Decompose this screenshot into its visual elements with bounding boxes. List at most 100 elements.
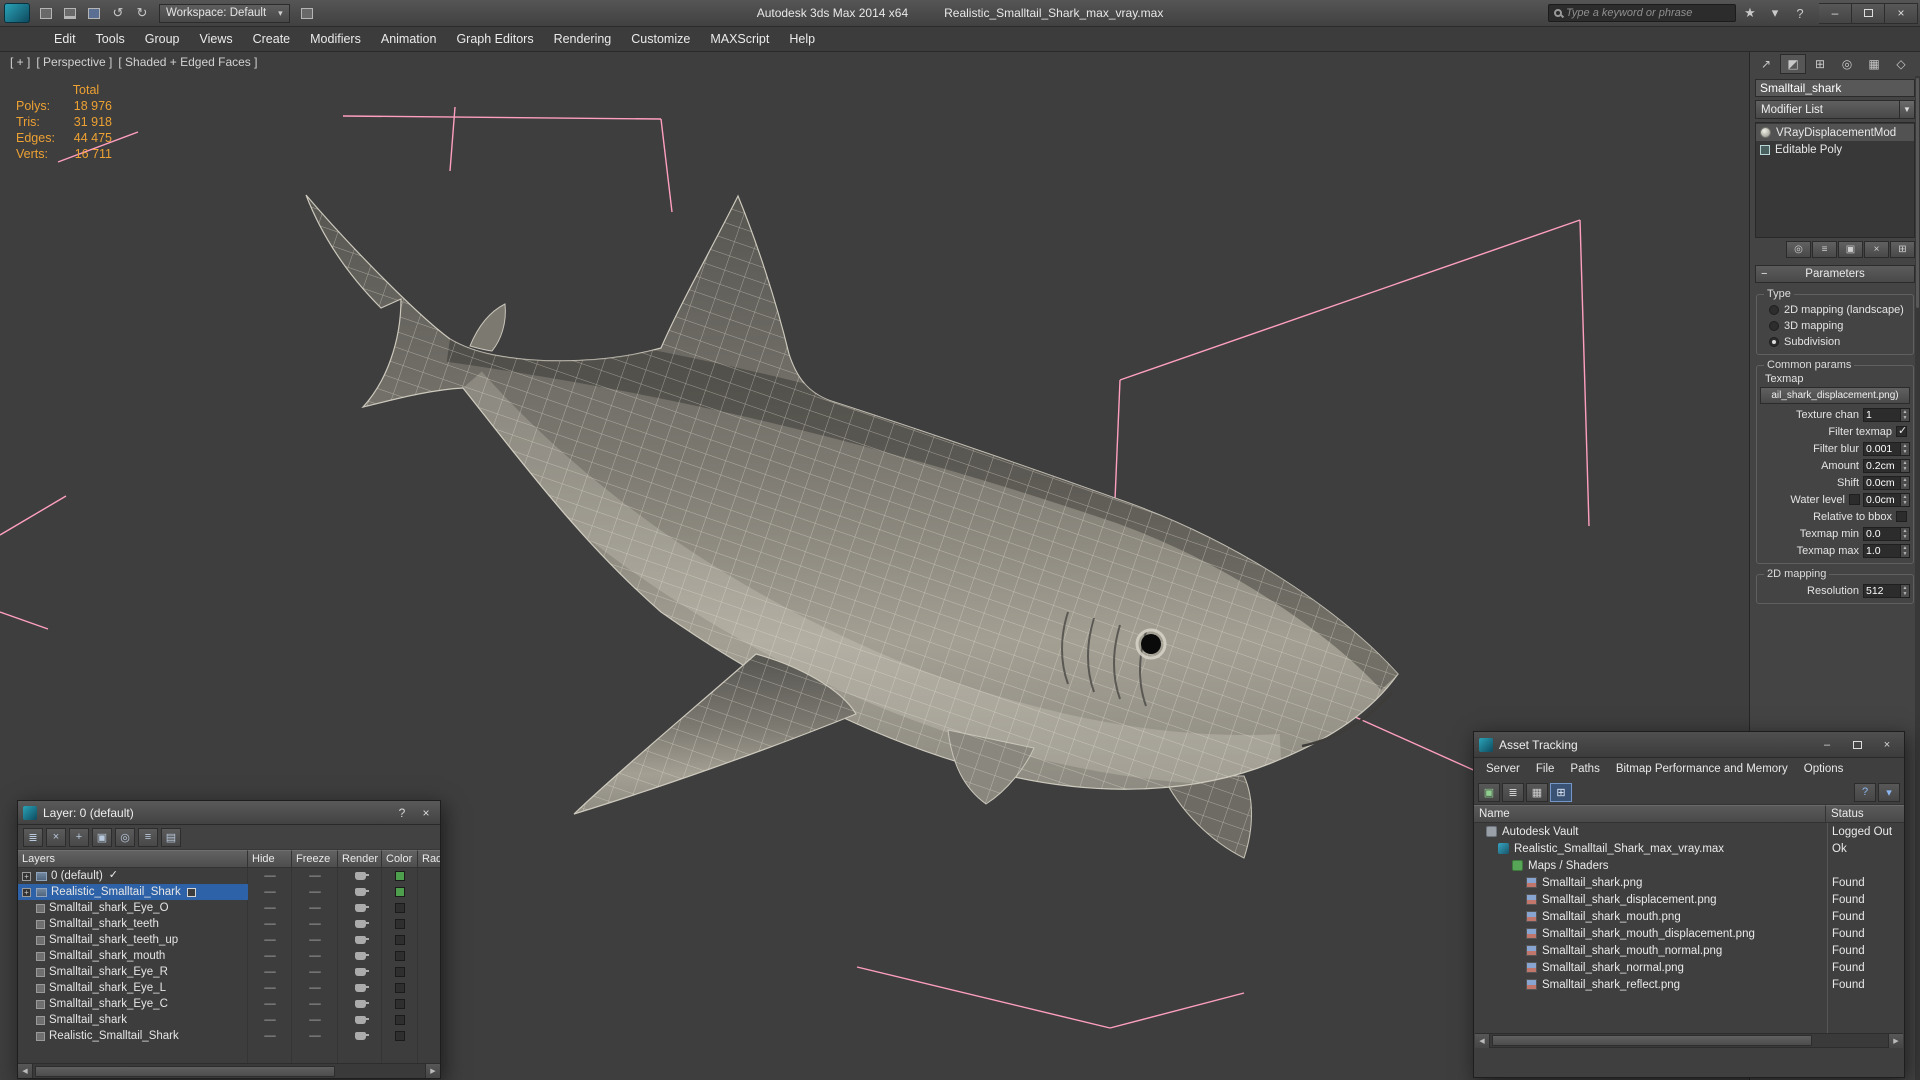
layer-row[interactable]: + Smalltail_shark_Eye_O — —	[18, 900, 440, 916]
checkbox[interactable]	[1896, 424, 1907, 437]
dialog-close-button[interactable]: ×	[417, 804, 435, 822]
close-button[interactable]: ×	[1885, 2, 1918, 24]
asset-dialog-titlebar[interactable]: Asset Tracking – ×	[1474, 732, 1904, 758]
asset-menu-item[interactable]: File	[1528, 763, 1563, 775]
spinner-field[interactable]: 0.001 ▲ ▼	[1863, 441, 1910, 456]
current-layer-mark[interactable]	[174, 967, 185, 977]
freeze-toggle[interactable]: —	[292, 868, 338, 884]
spinner-arrows-icon[interactable]: ▲ ▼	[1900, 459, 1909, 472]
asset-name-cell[interactable]: Smalltail_shark_mouth.png	[1474, 908, 1826, 925]
asset-row[interactable]: Smalltail_shark_normal.png Found	[1474, 959, 1904, 976]
hide-toggle[interactable]: —	[248, 980, 292, 996]
layer-name-cell[interactable]: + Smalltail_shark_Eye_L	[18, 980, 248, 996]
create-tab-icon[interactable]: ↗	[1753, 54, 1779, 74]
layer-color-cell[interactable]	[382, 868, 418, 884]
spinner-arrows-icon[interactable]: ▲ ▼	[1900, 527, 1909, 540]
viewport-label-part[interactable]: [ Perspective ]	[36, 55, 112, 69]
spinner-field[interactable]: 0.0 ▲ ▼	[1863, 526, 1910, 541]
spinner-arrows-icon[interactable]: ▲ ▼	[1900, 442, 1909, 455]
viewport-label-part[interactable]: [ + ]	[10, 55, 30, 69]
color-swatch[interactable]	[395, 983, 405, 993]
name-column-header[interactable]: Name	[1474, 805, 1826, 823]
render-toggle[interactable]	[338, 1012, 382, 1028]
object-name-field[interactable]	[1755, 79, 1915, 97]
modify-tab-icon[interactable]: ◩	[1780, 54, 1806, 74]
freeze-toggle[interactable]: —	[292, 916, 338, 932]
current-layer-mark[interactable]	[184, 935, 195, 945]
type-radio-option[interactable]: 3D mapping	[1760, 318, 1910, 334]
freeze-toggle[interactable]: —	[292, 932, 338, 948]
color-swatch[interactable]	[395, 967, 405, 977]
menu-item[interactable]: Rendering	[544, 27, 622, 52]
spinner-field[interactable]: 0.2cm ▲ ▼	[1863, 458, 1910, 473]
layer-row[interactable]: + Smalltail_shark_Eye_C — —	[18, 996, 440, 1012]
menu-item[interactable]: Help	[779, 27, 825, 52]
freeze-toggle[interactable]: —	[292, 1012, 338, 1028]
pin-stack-icon[interactable]: ◎	[1786, 241, 1811, 258]
layer-row[interactable]: + Smalltail_shark_teeth — —	[18, 916, 440, 932]
freeze-toggle[interactable]: —	[292, 964, 338, 980]
select-highlighted-layer-icon[interactable]: ▣	[92, 827, 112, 847]
spinner-field[interactable]: 1.0 ▲ ▼	[1863, 543, 1910, 558]
infocenter-search-box[interactable]	[1548, 4, 1736, 22]
refresh-status-icon[interactable]: ▣	[1478, 782, 1500, 802]
hierarchy-tab-icon[interactable]: ⊞	[1807, 54, 1833, 74]
scroll-right-icon[interactable]: ▶	[1888, 1033, 1903, 1048]
workspace-options-button[interactable]	[296, 3, 318, 24]
hide-toggle[interactable]: —	[248, 932, 292, 948]
freeze-toggle[interactable]: —	[292, 948, 338, 964]
hide-toggle[interactable]: —	[248, 916, 292, 932]
scroll-left-icon[interactable]: ◀	[18, 1064, 33, 1078]
hide-toggle[interactable]: —	[248, 964, 292, 980]
layer-color-cell[interactable]	[382, 916, 418, 932]
layer-color-cell[interactable]	[382, 964, 418, 980]
hide-toggle[interactable]: —	[248, 1028, 292, 1044]
asset-name-cell[interactable]: Smalltail_shark_mouth_normal.png	[1474, 942, 1826, 959]
texmap-button[interactable]: ail_shark_displacement.png)	[1760, 387, 1910, 404]
menu-item[interactable]: Tools	[86, 27, 135, 52]
scroll-left-icon[interactable]: ◀	[1475, 1033, 1490, 1048]
layer-name-cell[interactable]: + Smalltail_shark_Eye_O	[18, 900, 248, 916]
render-toggle[interactable]	[338, 884, 382, 900]
layer-row[interactable]: + Smalltail_shark — —	[18, 1012, 440, 1028]
current-layer-mark[interactable]	[186, 887, 196, 897]
color-swatch[interactable]	[395, 919, 405, 929]
add-selection-to-layer-icon[interactable]: +	[69, 827, 89, 847]
asset-name-cell[interactable]: Smalltail_shark_normal.png	[1474, 959, 1826, 976]
spinner-arrows-icon[interactable]: ▲ ▼	[1900, 584, 1909, 597]
freeze-all-layers-icon[interactable]: ▤	[161, 827, 181, 847]
dialog-close-button[interactable]: ×	[1875, 736, 1899, 754]
utilities-tab-icon[interactable]: ◇	[1888, 54, 1914, 74]
show-end-result-icon[interactable]: ≡	[1812, 241, 1837, 258]
render-toggle[interactable]	[338, 900, 382, 916]
layer-color-cell[interactable]	[382, 1012, 418, 1028]
save-file-button[interactable]	[83, 3, 105, 24]
asset-row[interactable]: Smalltail_shark_mouth_displacement.png F…	[1474, 925, 1904, 942]
render-toggle[interactable]	[338, 996, 382, 1012]
dialog-maximize-button[interactable]	[1845, 736, 1869, 754]
scrollbar-thumb[interactable]	[35, 1065, 335, 1077]
display-tab-icon[interactable]: ▦	[1861, 54, 1887, 74]
asset-menu-item[interactable]: Options	[1796, 763, 1852, 775]
configure-modifier-sets-icon[interactable]: ⊞	[1890, 241, 1915, 258]
create-new-layer-icon[interactable]: ≣	[23, 827, 43, 847]
asset-row[interactable]: Smalltail_shark.png Found	[1474, 874, 1904, 891]
freeze-toggle[interactable]: —	[292, 980, 338, 996]
expand-icon[interactable]: +	[22, 887, 31, 897]
layer-column-header[interactable]: Hide	[248, 850, 292, 868]
render-toggle[interactable]	[338, 868, 382, 884]
layer-color-cell[interactable]	[382, 980, 418, 996]
layer-dialog-titlebar[interactable]: Layer: 0 (default) ? ×	[18, 801, 440, 825]
current-layer-mark[interactable]	[185, 1031, 196, 1041]
freeze-toggle[interactable]: —	[292, 884, 338, 900]
parameters-rollout-header[interactable]: − Parameters	[1755, 265, 1915, 283]
hide-toggle[interactable]: —	[248, 948, 292, 964]
color-swatch[interactable]	[395, 903, 405, 913]
viewport-label-part[interactable]: [ Shaded + Edged Faces ]	[118, 55, 257, 69]
layer-column-header[interactable]: Rad	[418, 850, 440, 868]
menu-item[interactable]: Create	[243, 27, 301, 52]
current-layer-mark[interactable]	[175, 903, 186, 913]
application-menu-icon[interactable]	[4, 3, 30, 23]
layer-color-cell[interactable]	[382, 932, 418, 948]
thumbnail-view-icon[interactable]: ⊞	[1550, 782, 1572, 802]
